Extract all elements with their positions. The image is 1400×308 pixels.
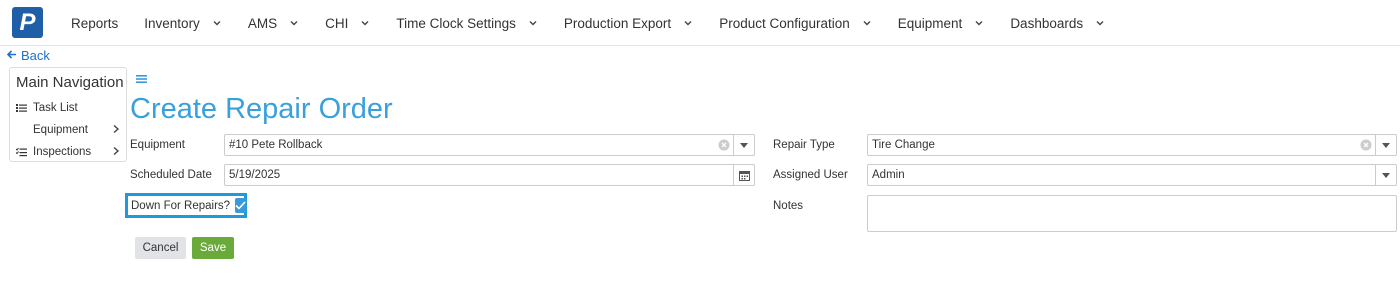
chevron-down-icon bbox=[862, 18, 872, 28]
repair-type-value: Tire Change bbox=[872, 139, 935, 151]
sidebar-item-label: Inspections bbox=[33, 146, 92, 158]
nav-item-reports[interactable]: Reports bbox=[58, 0, 131, 46]
down-for-repairs-label: Down For Repairs? bbox=[131, 199, 231, 212]
sidebar-item-label: Equipment bbox=[33, 124, 88, 136]
down-for-repairs-checkbox[interactable] bbox=[235, 198, 247, 213]
nav-item-production-export[interactable]: Production Export bbox=[551, 0, 706, 46]
assigned-user-value: Admin bbox=[872, 169, 905, 181]
nav-item-dashboards[interactable]: Dashboards bbox=[997, 0, 1118, 46]
chevron-right-icon bbox=[112, 124, 120, 137]
nav-item-ams[interactable]: AMS bbox=[235, 0, 312, 46]
nav-item-equipment[interactable]: Equipment bbox=[885, 0, 998, 46]
app-logo[interactable]: P bbox=[12, 7, 43, 38]
equipment-select[interactable]: #10 Pete Rollback bbox=[224, 134, 755, 156]
nav-menu: Reports Inventory AMS CHI Time Clock Set… bbox=[58, 0, 1118, 46]
menu-toggle-icon[interactable] bbox=[136, 71, 147, 87]
nav-item-time-clock-settings[interactable]: Time Clock Settings bbox=[383, 0, 551, 46]
clear-icon[interactable] bbox=[1357, 139, 1375, 151]
nav-item-product-configuration[interactable]: Product Configuration bbox=[706, 0, 885, 46]
checklist-icon bbox=[16, 147, 28, 157]
assigned-user-label: Assigned User bbox=[773, 169, 848, 181]
sidebar-item-label: Task List bbox=[33, 102, 78, 114]
cancel-button[interactable]: Cancel bbox=[135, 237, 186, 259]
back-link[interactable]: Back bbox=[6, 48, 50, 63]
equipment-value: #10 Pete Rollback bbox=[229, 139, 323, 151]
sidebar-item-task-list[interactable]: Task List bbox=[16, 99, 122, 117]
save-button[interactable]: Save bbox=[192, 237, 234, 259]
logo-letter: P bbox=[19, 8, 36, 36]
chevron-down-icon bbox=[289, 18, 299, 28]
caret-down-icon[interactable] bbox=[733, 135, 754, 155]
notes-textarea[interactable] bbox=[867, 195, 1397, 232]
nav-item-chi[interactable]: CHI bbox=[312, 0, 383, 46]
repair-type-label: Repair Type bbox=[773, 139, 835, 151]
assigned-user-select[interactable]: Admin bbox=[867, 164, 1397, 186]
clear-icon[interactable] bbox=[715, 139, 733, 151]
repair-type-select[interactable]: Tire Change bbox=[867, 134, 1397, 156]
chevron-down-icon bbox=[683, 18, 693, 28]
chevron-down-icon bbox=[212, 18, 222, 28]
chevron-down-icon bbox=[360, 18, 370, 28]
down-for-repairs-highlight: Down For Repairs? bbox=[125, 193, 247, 218]
back-label: Back bbox=[21, 48, 50, 63]
page-title: Create Repair Order bbox=[130, 93, 393, 125]
calendar-icon[interactable] bbox=[733, 165, 754, 185]
nav-item-inventory[interactable]: Inventory bbox=[131, 0, 235, 46]
arrow-left-icon bbox=[6, 48, 17, 63]
sidebar-item-inspections[interactable]: Inspections bbox=[16, 143, 122, 161]
caret-down-icon[interactable] bbox=[1375, 135, 1396, 155]
main-navigation-panel: Main Navigation Task List Equipment Insp… bbox=[9, 67, 127, 162]
chevron-down-icon bbox=[528, 18, 538, 28]
equipment-label: Equipment bbox=[130, 139, 185, 151]
chevron-right-icon bbox=[112, 146, 120, 159]
caret-down-icon[interactable] bbox=[1375, 165, 1396, 185]
chevron-down-icon bbox=[974, 18, 984, 28]
scheduled-date-value: 5/19/2025 bbox=[229, 169, 281, 181]
scheduled-date-label: Scheduled Date bbox=[130, 169, 212, 181]
sidenav-title: Main Navigation bbox=[16, 74, 124, 91]
scheduled-date-input[interactable]: 5/19/2025 bbox=[224, 164, 755, 186]
sidebar-item-equipment[interactable]: Equipment bbox=[16, 121, 122, 139]
list-icon bbox=[16, 103, 28, 113]
chevron-down-icon bbox=[1095, 18, 1105, 28]
notes-label: Notes bbox=[773, 200, 804, 212]
top-navbar: P Reports Inventory AMS CHI Time Clock S… bbox=[0, 0, 1400, 46]
